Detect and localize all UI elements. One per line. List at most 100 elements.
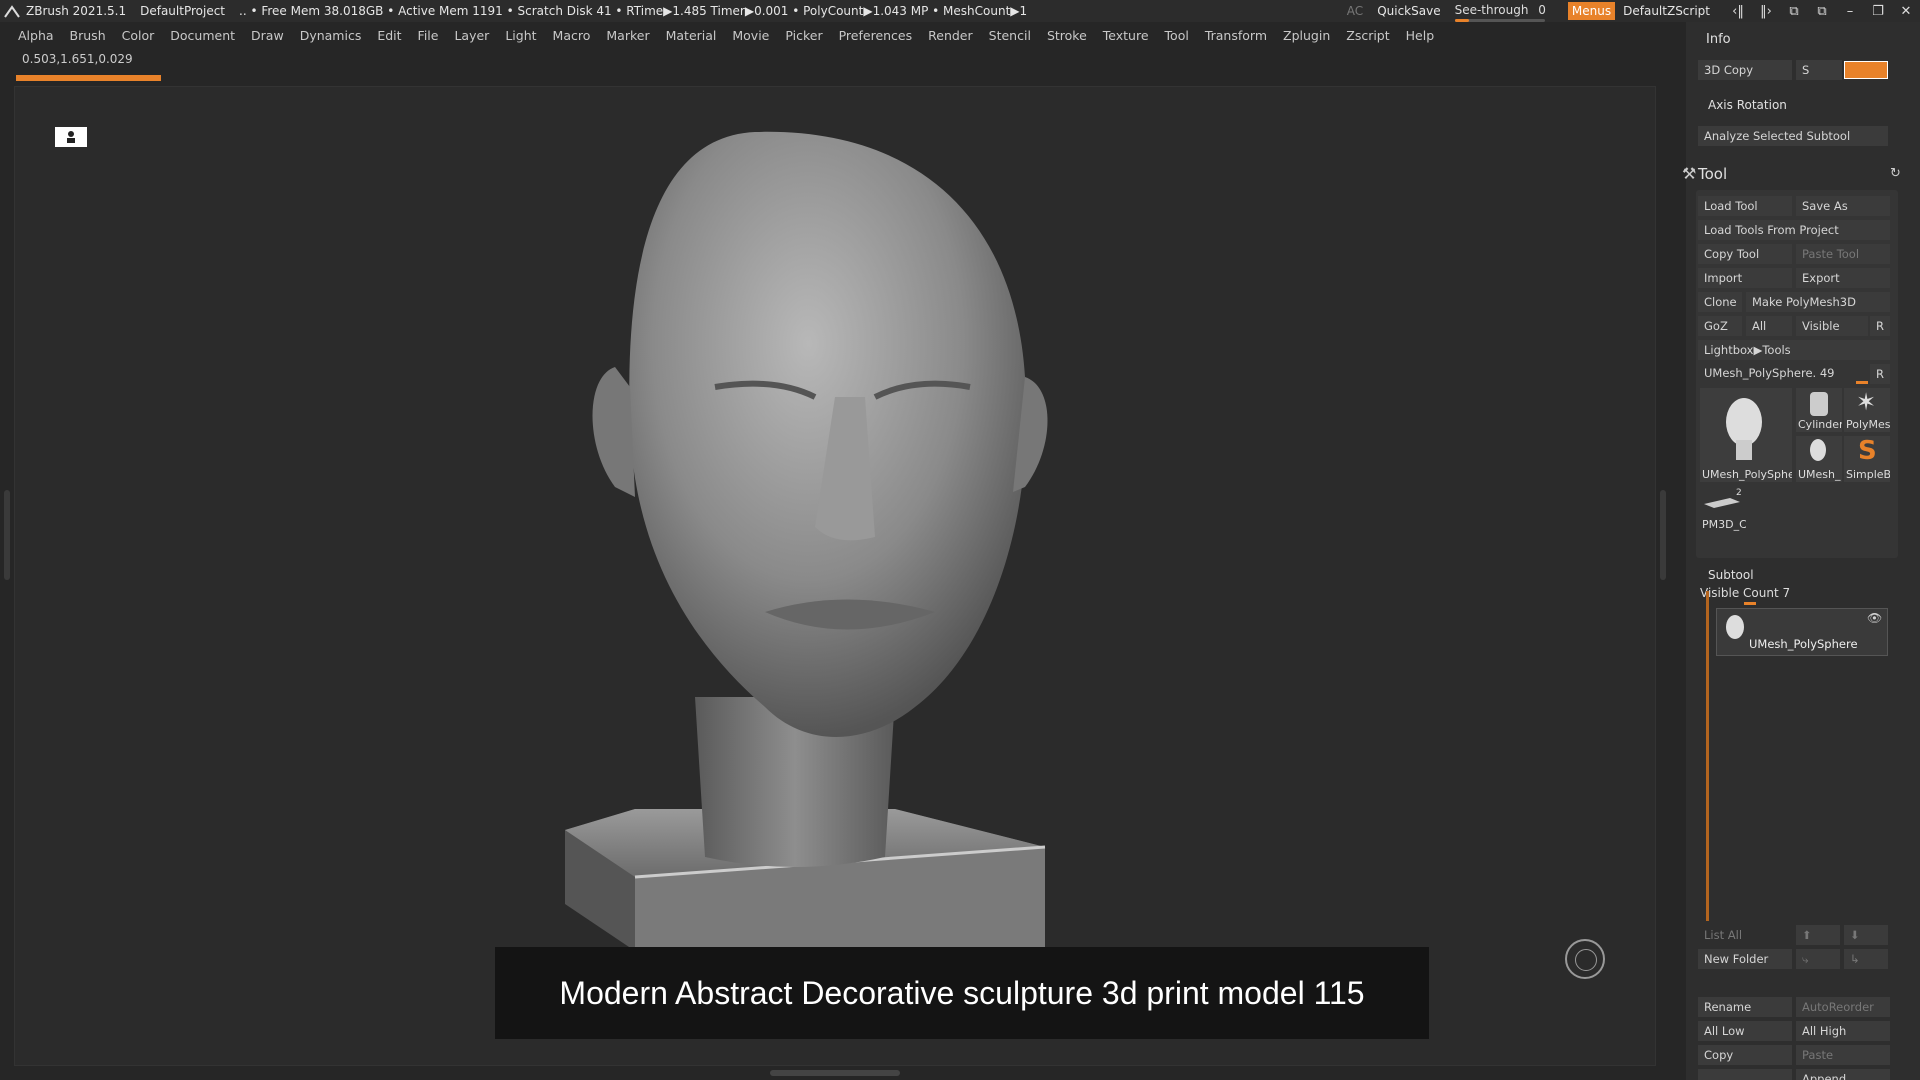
menu-file[interactable]: File xyxy=(418,28,439,43)
menu-layer[interactable]: Layer xyxy=(454,28,489,43)
subtool-blank-button[interactable] xyxy=(1698,1069,1792,1080)
tool-thumb-cylinder[interactable]: Cylinder xyxy=(1796,388,1842,432)
bottom-tray-handle[interactable] xyxy=(770,1070,900,1076)
menu-render[interactable]: Render xyxy=(928,28,973,43)
analyze-subtool-button[interactable]: Analyze Selected Subtool xyxy=(1698,126,1888,146)
load-from-project-button[interactable]: Load Tools From Project xyxy=(1698,220,1890,240)
make-polymesh-button[interactable]: Make PolyMesh3D xyxy=(1746,292,1890,312)
menus-toggle-button[interactable]: Menus xyxy=(1567,2,1616,20)
menu-picker[interactable]: Picker xyxy=(785,28,822,43)
orange-value-field[interactable] xyxy=(1844,61,1888,79)
list-all-button[interactable]: List All xyxy=(1698,925,1792,945)
restore-icon[interactable]: ❐ xyxy=(1864,4,1892,19)
menu-dynamics[interactable]: Dynamics xyxy=(300,28,362,43)
goz-button[interactable]: GoZ xyxy=(1698,316,1742,336)
goz-all-button[interactable]: All xyxy=(1746,316,1792,336)
menu-edit[interactable]: Edit xyxy=(377,28,401,43)
append-button[interactable]: Append xyxy=(1796,1069,1890,1080)
paste-subtool-button[interactable]: Paste xyxy=(1796,1045,1890,1065)
tool-thumb-simplebrush[interactable]: S SimpleB xyxy=(1844,436,1890,482)
menu-tool[interactable]: Tool xyxy=(1165,28,1189,43)
menu-document[interactable]: Document xyxy=(170,28,235,43)
menu-light[interactable]: Light xyxy=(505,28,536,43)
tool-title[interactable]: Tool xyxy=(1698,165,1727,183)
clone-button[interactable]: Clone xyxy=(1698,292,1742,312)
caption-overlay: Modern Abstract Decorative sculpture 3d … xyxy=(495,947,1429,1039)
paste-tool-button[interactable]: Paste Tool xyxy=(1796,244,1890,264)
subtool-item-label: UMesh_PolySphere xyxy=(1749,637,1858,651)
copy-subtool-button[interactable]: Copy xyxy=(1698,1045,1792,1065)
folder-action-icon[interactable]: ⤷ xyxy=(1796,949,1840,969)
menu-texture[interactable]: Texture xyxy=(1103,28,1149,43)
subtool-title[interactable]: Subtool xyxy=(1708,568,1754,582)
menu-zplugin[interactable]: Zplugin xyxy=(1283,28,1330,43)
refresh-icon[interactable]: ↻ xyxy=(1890,166,1901,181)
tool-thumb-umesh-small[interactable]: UMesh_ xyxy=(1796,436,1842,482)
menu-brush[interactable]: Brush xyxy=(70,28,106,43)
window-dock-icon[interactable]: ⧉ xyxy=(1808,4,1836,19)
tool-thumb-umesh-polysphere[interactable]: UMesh_PolySphe xyxy=(1700,388,1792,482)
copy-3d-button[interactable]: 3D Copy xyxy=(1698,60,1792,80)
menu-help[interactable]: Help xyxy=(1406,28,1435,43)
left-tray-handle[interactable] xyxy=(4,490,10,580)
minimize-icon[interactable]: – xyxy=(1836,4,1864,19)
tool-thumb-polymesh[interactable]: ✶ PolyMes xyxy=(1844,388,1890,432)
folder-action2-icon[interactable]: ↳ xyxy=(1844,949,1888,969)
s-button[interactable]: S xyxy=(1796,60,1842,80)
see-through-label: See-through xyxy=(1454,3,1529,17)
new-folder-button[interactable]: New Folder xyxy=(1698,949,1792,969)
copy-tool-button[interactable]: Copy Tool xyxy=(1698,244,1792,264)
layout-icon[interactable]: ‹‖ xyxy=(1724,4,1752,19)
title-bar: ZBrush 2021.5.1 DefaultProject .. • Free… xyxy=(0,0,1920,22)
menu-alpha[interactable]: Alpha xyxy=(18,28,54,43)
close-icon[interactable]: ✕ xyxy=(1892,4,1920,19)
goz-r-button[interactable]: R xyxy=(1870,316,1890,336)
subtool-list-item[interactable]: 👁 UMesh_PolySphere xyxy=(1716,608,1888,656)
menu-zscript[interactable]: Zscript xyxy=(1346,28,1389,43)
current-tool-slider[interactable]: UMesh_PolySphere. 49 xyxy=(1698,363,1868,383)
right-tray-handle[interactable] xyxy=(1660,490,1666,580)
menu-marker[interactable]: Marker xyxy=(606,28,649,43)
autoreorder-button[interactable]: AutoReorder xyxy=(1796,997,1890,1017)
menu-color[interactable]: Color xyxy=(122,28,155,43)
layout2-icon[interactable]: ‖› xyxy=(1752,4,1780,19)
subtool-scrollbar[interactable] xyxy=(1706,591,1709,921)
menu-macro[interactable]: Macro xyxy=(553,28,591,43)
pm3d-count: 2 xyxy=(1736,488,1742,498)
menu-transform[interactable]: Transform xyxy=(1205,28,1267,43)
window-swap-icon[interactable]: ⧉ xyxy=(1780,4,1808,19)
menu-stroke[interactable]: Stroke xyxy=(1047,28,1087,43)
viewport-canvas[interactable]: Modern Abstract Decorative sculpture 3d … xyxy=(14,86,1656,1066)
load-tool-button[interactable]: Load Tool xyxy=(1698,196,1792,216)
tool-thumb-pm3d[interactable]: 2 PM3D_C xyxy=(1700,486,1746,532)
quicksave-button[interactable]: QuickSave xyxy=(1377,4,1440,18)
eye-icon[interactable]: 👁 xyxy=(1867,611,1882,625)
menu-draw[interactable]: Draw xyxy=(251,28,284,43)
lightbox-tools-button[interactable]: Lightbox▶Tools xyxy=(1698,340,1890,360)
import-button[interactable]: Import xyxy=(1698,268,1792,288)
default-zscript-button[interactable]: DefaultZScript xyxy=(1623,4,1710,18)
export-button[interactable]: Export xyxy=(1796,268,1890,288)
memory-status: .. • Free Mem 38.018GB • Active Mem 1191… xyxy=(239,4,1028,18)
navigation-gizmo-icon[interactable] xyxy=(1565,939,1605,979)
visible-count-slider[interactable]: Visible Count 7 xyxy=(1700,586,1790,600)
current-tool-r-button[interactable]: R xyxy=(1870,364,1890,384)
simplebrush-icon: S xyxy=(1858,436,1877,466)
ac-label[interactable]: AC xyxy=(1347,4,1363,18)
save-as-button[interactable]: Save As xyxy=(1796,196,1890,216)
progress-bar xyxy=(16,75,161,81)
rename-button[interactable]: Rename xyxy=(1698,997,1792,1017)
polymesh-star-icon: ✶ xyxy=(1856,388,1877,416)
menu-movie[interactable]: Movie xyxy=(732,28,769,43)
all-low-button[interactable]: All Low xyxy=(1698,1021,1792,1041)
menu-preferences[interactable]: Preferences xyxy=(839,28,913,43)
see-through-slider[interactable]: See-through 0 xyxy=(1454,3,1546,22)
project-name[interactable]: DefaultProject xyxy=(140,4,225,18)
move-down-icon[interactable]: ⬇ xyxy=(1844,925,1888,945)
menu-stencil[interactable]: Stencil xyxy=(989,28,1031,43)
goz-visible-button[interactable]: Visible xyxy=(1796,316,1868,336)
move-up-icon[interactable]: ⬆ xyxy=(1796,925,1840,945)
all-high-button[interactable]: All High xyxy=(1796,1021,1890,1041)
sculpture-head-model[interactable] xyxy=(15,87,1656,1066)
menu-material[interactable]: Material xyxy=(666,28,717,43)
